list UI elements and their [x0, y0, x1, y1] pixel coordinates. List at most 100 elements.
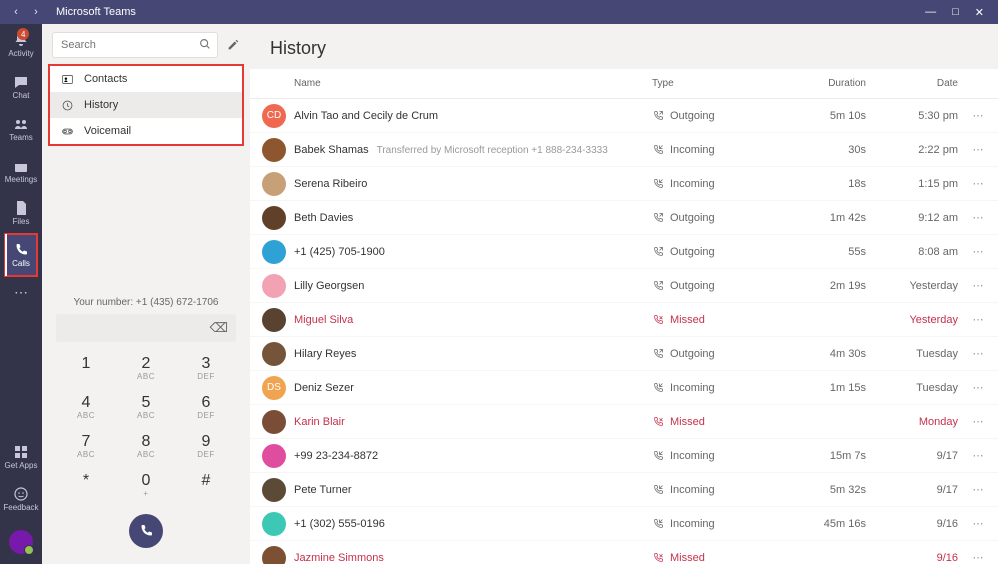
dial-key-*[interactable]: * [56, 473, 116, 498]
rail-item-calls[interactable]: Calls [5, 234, 37, 276]
dial-key-5[interactable]: 5ABC [116, 395, 176, 420]
row-more-icon[interactable]: ⋯ [962, 143, 994, 156]
call-duration: 4m 30s [752, 348, 872, 360]
call-duration: 55s [752, 246, 872, 258]
dial-key-digit: 9 [176, 434, 236, 450]
rail-item-files[interactable]: Files [5, 192, 37, 234]
rail-item-get-apps[interactable]: Get Apps [3, 436, 38, 478]
call-row[interactable]: +1 (302) 555-0196Incoming45m 16s9/16⋯ [250, 507, 998, 541]
row-more-icon[interactable]: ⋯ [962, 551, 994, 564]
search-icon[interactable] [198, 37, 212, 51]
call-date: Tuesday [872, 382, 962, 394]
call-type-icon [652, 348, 664, 360]
left-panel: ContactsHistoryVoicemail Your number: +1… [42, 24, 250, 564]
call-row[interactable]: Serena RibeiroIncoming18s1:15 pm⋯ [250, 167, 998, 201]
dial-key-2[interactable]: 2ABC [116, 356, 176, 381]
window-minimize-icon[interactable]: — [925, 6, 936, 19]
row-more-icon[interactable]: ⋯ [962, 211, 994, 224]
row-more-icon[interactable]: ⋯ [962, 177, 994, 190]
row-more-icon[interactable]: ⋯ [962, 313, 994, 326]
call-duration: 5m 10s [752, 110, 872, 122]
nav-back-icon[interactable]: ‹ [8, 6, 24, 18]
dial-key-9[interactable]: 9DEF [176, 434, 236, 459]
call-type: Outgoing [670, 280, 715, 292]
rail-label: Meetings [5, 175, 37, 184]
nav-forward-icon[interactable]: › [28, 6, 44, 18]
dial-key-4[interactable]: 4ABC [56, 395, 116, 420]
row-more-icon[interactable]: ⋯ [962, 347, 994, 360]
app-rail: 4ActivityChatTeams Meetings FilesCalls ⋯ G… [0, 24, 42, 564]
call-type: Incoming [670, 518, 715, 530]
call-type-icon [652, 416, 664, 428]
meetings-icon [13, 158, 29, 174]
dial-key-6[interactable]: 6DEF [176, 395, 236, 420]
call-row[interactable]: Hilary ReyesOutgoing4m 30sTuesday⋯ [250, 337, 998, 371]
call-row[interactable]: Karin BlairMissedMonday⋯ [250, 405, 998, 439]
sidebar-item-contacts[interactable]: Contacts [50, 66, 242, 92]
call-type: Outgoing [670, 246, 715, 258]
window-close-icon[interactable]: ✕ [975, 6, 984, 19]
dial-key-7[interactable]: 7ABC [56, 434, 116, 459]
page-title: History [250, 24, 998, 69]
call-row[interactable]: DSDeniz SezerIncoming1m 15sTuesday⋯ [250, 371, 998, 405]
row-more-icon[interactable]: ⋯ [962, 109, 994, 122]
call-row[interactable]: CDAlvin Tao and Cecily de CrumOutgoing5m… [250, 99, 998, 133]
rail-more-icon[interactable]: ⋯ [14, 276, 28, 308]
avatar [262, 274, 286, 298]
row-more-icon[interactable]: ⋯ [962, 245, 994, 258]
call-type: Missed [670, 416, 705, 428]
dial-input[interactable]: ⌫ [56, 314, 236, 342]
call-row[interactable]: Miguel SilvaMissedYesterday⋯ [250, 303, 998, 337]
call-row[interactable]: Beth DaviesOutgoing1m 42s9:12 am⋯ [250, 201, 998, 235]
rail-item-meetings[interactable]: Meetings [5, 150, 37, 192]
call-type: Outgoing [670, 110, 715, 122]
row-more-icon[interactable]: ⋯ [962, 483, 994, 496]
dial-key-1[interactable]: 1 [56, 356, 116, 381]
call-row[interactable]: +99 23-234-8872Incoming15m 7s9/17⋯ [250, 439, 998, 473]
call-subtext: Transferred by Microsoft reception +1 88… [377, 145, 608, 156]
compose-icon[interactable] [226, 38, 240, 52]
call-type-icon [652, 450, 664, 462]
row-more-icon[interactable]: ⋯ [962, 415, 994, 428]
search-box[interactable] [52, 32, 218, 58]
row-more-icon[interactable]: ⋯ [962, 381, 994, 394]
dial-key-digit: 7 [56, 434, 116, 450]
rail-label: Feedback [3, 503, 38, 512]
call-name: Serena Ribeiro [294, 178, 367, 190]
table-header: Name Type Duration Date [250, 69, 998, 99]
dial-key-0[interactable]: 0+ [116, 473, 176, 498]
window-maximize-icon[interactable]: □ [952, 6, 959, 19]
call-name: Jazmine Simmons [294, 552, 384, 564]
call-row[interactable]: Jazmine SimmonsMissed9/16⋯ [250, 541, 998, 564]
rail-item-feedback[interactable]: Feedback [3, 478, 38, 520]
rail-item-activity[interactable]: 4Activity [5, 24, 37, 66]
call-type-icon [652, 518, 664, 530]
row-more-icon[interactable]: ⋯ [962, 517, 994, 530]
dial-key-letters: ABC [56, 411, 116, 420]
call-duration: 2m 19s [752, 280, 872, 292]
sidebar-item-label: History [84, 99, 118, 111]
title-bar: ‹ › Microsoft Teams — □ ✕ [0, 0, 998, 24]
user-avatar[interactable] [9, 530, 33, 554]
dial-key-8[interactable]: 8ABC [116, 434, 176, 459]
call-row[interactable]: Babek Shamas Transferred by Microsoft rec… [250, 133, 998, 167]
search-input[interactable] [52, 32, 218, 58]
row-more-icon[interactable]: ⋯ [962, 449, 994, 462]
sidebar-item-voicemail[interactable]: Voicemail [50, 118, 242, 144]
call-row[interactable]: Lilly GeorgsenOutgoing2m 19sYesterday⋯ [250, 269, 998, 303]
dial-key-#[interactable]: # [176, 473, 236, 498]
avatar [262, 512, 286, 536]
call-name: Alvin Tao and Cecily de Crum [294, 110, 438, 122]
rail-item-chat[interactable]: Chat [5, 66, 37, 108]
call-name: Babek Shamas [294, 144, 369, 156]
rail-item-teams[interactable]: Teams [5, 108, 37, 150]
sidebar-item-history[interactable]: History [50, 92, 242, 118]
call-row[interactable]: Pete TurnerIncoming5m 32s9/17⋯ [250, 473, 998, 507]
row-more-icon[interactable]: ⋯ [962, 279, 994, 292]
call-type: Incoming [670, 144, 715, 156]
backspace-icon[interactable]: ⌫ [210, 320, 228, 336]
avatar [262, 172, 286, 196]
call-row[interactable]: +1 (425) 705-1900Outgoing55s8:08 am⋯ [250, 235, 998, 269]
dial-call-button[interactable] [129, 514, 163, 548]
dial-key-3[interactable]: 3DEF [176, 356, 236, 381]
